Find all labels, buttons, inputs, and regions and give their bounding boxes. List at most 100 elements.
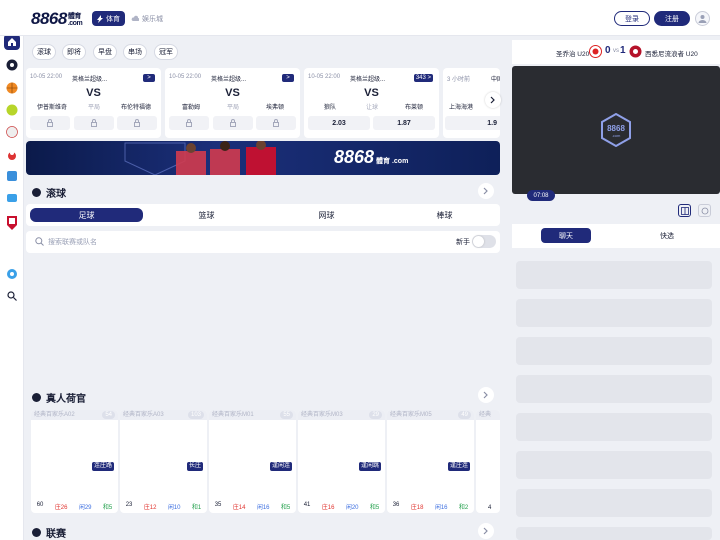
chat-icon[interactable]: [4, 190, 20, 206]
odd-home-locked[interactable]: [30, 116, 70, 130]
loading-placeholder: [516, 489, 712, 517]
cards-next-button[interactable]: [485, 92, 501, 108]
home-team: 富勒姆: [181, 105, 200, 111]
match-card[interactable]: 10-05 22:00 英格兰超级... > VS 伊普斯维奇 平局 布伦特福德: [26, 68, 161, 138]
chevron-right-icon: [483, 527, 488, 535]
sport-tab-baseball[interactable]: 棒球: [388, 208, 501, 222]
odd-home[interactable]: 2.03: [308, 116, 370, 130]
table-title: 经典: [476, 410, 500, 420]
draw-label: 平局: [226, 105, 239, 111]
tab-parlay[interactable]: 串场: [123, 44, 147, 60]
home-icon[interactable]: [4, 34, 20, 50]
vs-label: VS: [225, 87, 240, 99]
odd-home[interactable]: 1.9: [445, 116, 500, 130]
search-icon: [35, 237, 44, 246]
loading-placeholder: [516, 261, 712, 289]
chevron-right-icon: [483, 391, 488, 399]
live-video-player[interactable]: 8868 .com: [512, 66, 720, 194]
tab-quick-bet[interactable]: 快选: [642, 228, 692, 243]
lock-icon: [186, 119, 192, 127]
dealer-table-card[interactable]: 经典百家乐M01 55 逢闲连 35 庄14 闲16 和5: [209, 410, 296, 513]
player-count: 29: [369, 411, 382, 419]
brand-logo-icon: 8868 .com: [601, 113, 631, 147]
match-card[interactable]: 10-05 22:00 英格兰超级... > VS 富勒姆 平局 埃弗顿: [165, 68, 300, 138]
novice-toggle[interactable]: [472, 235, 496, 248]
dealer-table-card[interactable]: 经典百家乐A03 103 长庄 23 庄12 闲10 和1: [120, 410, 207, 513]
promo-banner[interactable]: 8868 體育 .com: [26, 141, 500, 175]
club-crest-icon[interactable]: [4, 213, 20, 233]
road-tag: 逢闲跳: [358, 462, 381, 471]
tab-outright[interactable]: 冠军: [154, 44, 178, 60]
live-matches-list: [26, 253, 500, 379]
tab-live[interactable]: 滚球: [32, 44, 56, 60]
loading-placeholder: [516, 337, 712, 365]
live-more-button[interactable]: [478, 183, 494, 199]
login-button[interactable]: 登录: [614, 11, 650, 26]
svg-text:8868: 8868: [607, 124, 625, 133]
video-view-icon[interactable]: [698, 204, 711, 217]
odd-away-locked[interactable]: [256, 116, 296, 130]
tab-early[interactable]: 早盘: [93, 44, 117, 60]
player-count: 55: [280, 411, 293, 419]
odd-away-locked[interactable]: [117, 116, 157, 130]
match-league: 英格兰超级...: [72, 77, 108, 83]
road-tag: 逢庄连: [447, 462, 470, 471]
match-time: 10-05 22:00: [30, 74, 63, 80]
odd-draw-locked[interactable]: [213, 116, 253, 130]
nav-sports-button[interactable]: 体育: [92, 11, 125, 26]
odd-away[interactable]: 1.87: [373, 116, 435, 130]
odd-draw-locked[interactable]: [74, 116, 114, 130]
sport-tab-basketball[interactable]: 篮球: [150, 208, 263, 222]
away-score: 1: [620, 45, 626, 56]
odd-home-locked[interactable]: [169, 116, 209, 130]
basketball-icon[interactable]: [4, 80, 20, 96]
sport-tab-tennis[interactable]: 网球: [270, 208, 383, 222]
sport-tabs: 足球 篮球 网球 棒球: [26, 204, 500, 226]
table-stats: 4: [488, 505, 492, 511]
loading-placeholder: [516, 299, 712, 327]
dealer-table-card[interactable]: 经典 4: [476, 410, 500, 513]
home-team: 狼队: [323, 105, 336, 111]
table-stats: 35 庄14 闲16 和5: [214, 502, 291, 511]
search-input[interactable]: 搜索联赛或队名: [48, 237, 97, 247]
settings-icon[interactable]: [4, 266, 20, 282]
dealer-table-card[interactable]: 经典百家乐A02 54 连庄路 60 庄26 闲29 和5: [31, 410, 118, 513]
lock-icon: [47, 119, 53, 127]
register-button[interactable]: 注册: [654, 11, 690, 26]
esports-icon[interactable]: [4, 147, 20, 163]
match-badge[interactable]: 343 >: [413, 74, 433, 82]
match-league: 英格兰超级...: [211, 77, 247, 83]
player-count: 49: [458, 411, 471, 419]
home-score: 0: [605, 45, 611, 56]
dealer-table-card[interactable]: 经典百家乐M03 29 逢闲跳 41 庄16 闲20 和5: [298, 410, 385, 513]
away-team-name: 西悉尼流浪者 U20: [645, 51, 698, 58]
away-team: 布伦特福德: [120, 105, 151, 111]
league-more-button[interactable]: [478, 523, 494, 539]
baseball-icon[interactable]: [4, 124, 20, 140]
vs-label: VS: [364, 87, 379, 99]
loading-placeholder: [516, 413, 712, 441]
pitch-view-icon[interactable]: [678, 204, 691, 217]
search-icon[interactable]: [4, 288, 20, 304]
match-badge[interactable]: >: [282, 74, 294, 82]
draw-label: 平局: [87, 105, 100, 111]
league-icon: [32, 528, 41, 537]
away-team: 埃弗顿: [265, 105, 284, 111]
scoreboard: 圣乔治 U20 0 vs 1 西悉尼流浪者 U20: [512, 40, 720, 64]
nav-casino-button[interactable]: 娱乐城: [131, 11, 163, 26]
match-badge[interactable]: >: [143, 74, 155, 82]
dealer-table-card[interactable]: 经典百家乐M05 49 逢庄连 36 庄18 闲16 和2: [387, 410, 474, 513]
match-league: 英格兰超级...: [350, 77, 386, 83]
table-stats: 23 庄12 闲10 和1: [125, 502, 202, 511]
match-time: 10-05 22:00: [169, 74, 202, 80]
tennis-icon[interactable]: [4, 102, 20, 118]
tab-chat[interactable]: 聊天: [541, 228, 591, 243]
avatar[interactable]: [695, 11, 710, 26]
stats-icon[interactable]: [4, 168, 20, 184]
tab-upcoming[interactable]: 即将: [62, 44, 86, 60]
dealer-more-button[interactable]: [478, 387, 494, 403]
match-card[interactable]: 10-05 22:00 英格兰超级... 343 > VS 狼队 让球 布莱顿 …: [304, 68, 439, 138]
logo[interactable]: 8868體育 .com: [31, 9, 83, 29]
sport-tab-soccer[interactable]: 足球: [30, 208, 143, 222]
soccer-icon[interactable]: [4, 57, 20, 73]
